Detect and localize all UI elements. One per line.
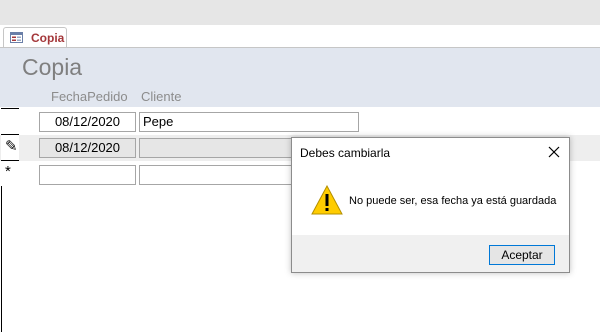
warning-icon	[311, 185, 343, 215]
record-selector[interactable]	[1, 108, 19, 134]
tab-label: Copia	[31, 31, 65, 45]
record-selector-editing[interactable]: ✎	[1, 134, 19, 160]
asterisk-icon: *	[5, 163, 11, 180]
cliente-field[interactable]: Pepe	[139, 112, 359, 132]
fecha-field[interactable]: 08/12/2020	[39, 112, 136, 132]
fecha-field[interactable]: 08/12/2020	[39, 138, 136, 158]
aceptar-button[interactable]: Aceptar	[489, 245, 555, 265]
tab-copia[interactable]: Copia	[3, 27, 67, 47]
record-selector-new[interactable]: *	[1, 160, 19, 186]
document-tab-bar	[0, 25, 600, 48]
dialog-message: No puede ser, esa fecha ya está guardada	[349, 195, 557, 207]
dialog-title: Debes cambiarla	[300, 146, 391, 160]
form-icon	[10, 32, 23, 43]
fecha-field[interactable]	[39, 165, 136, 185]
pencil-icon: ✎	[5, 138, 18, 155]
ribbon-area	[0, 0, 600, 25]
column-header-cliente: Cliente	[141, 89, 182, 104]
close-icon[interactable]	[544, 142, 564, 162]
message-dialog: Debes cambiarla No puede ser, esa fecha …	[291, 137, 570, 273]
column-header-fechapedido: FechaPedido	[51, 89, 128, 104]
form-title: Copia	[22, 54, 83, 80]
form-border	[1, 186, 2, 332]
